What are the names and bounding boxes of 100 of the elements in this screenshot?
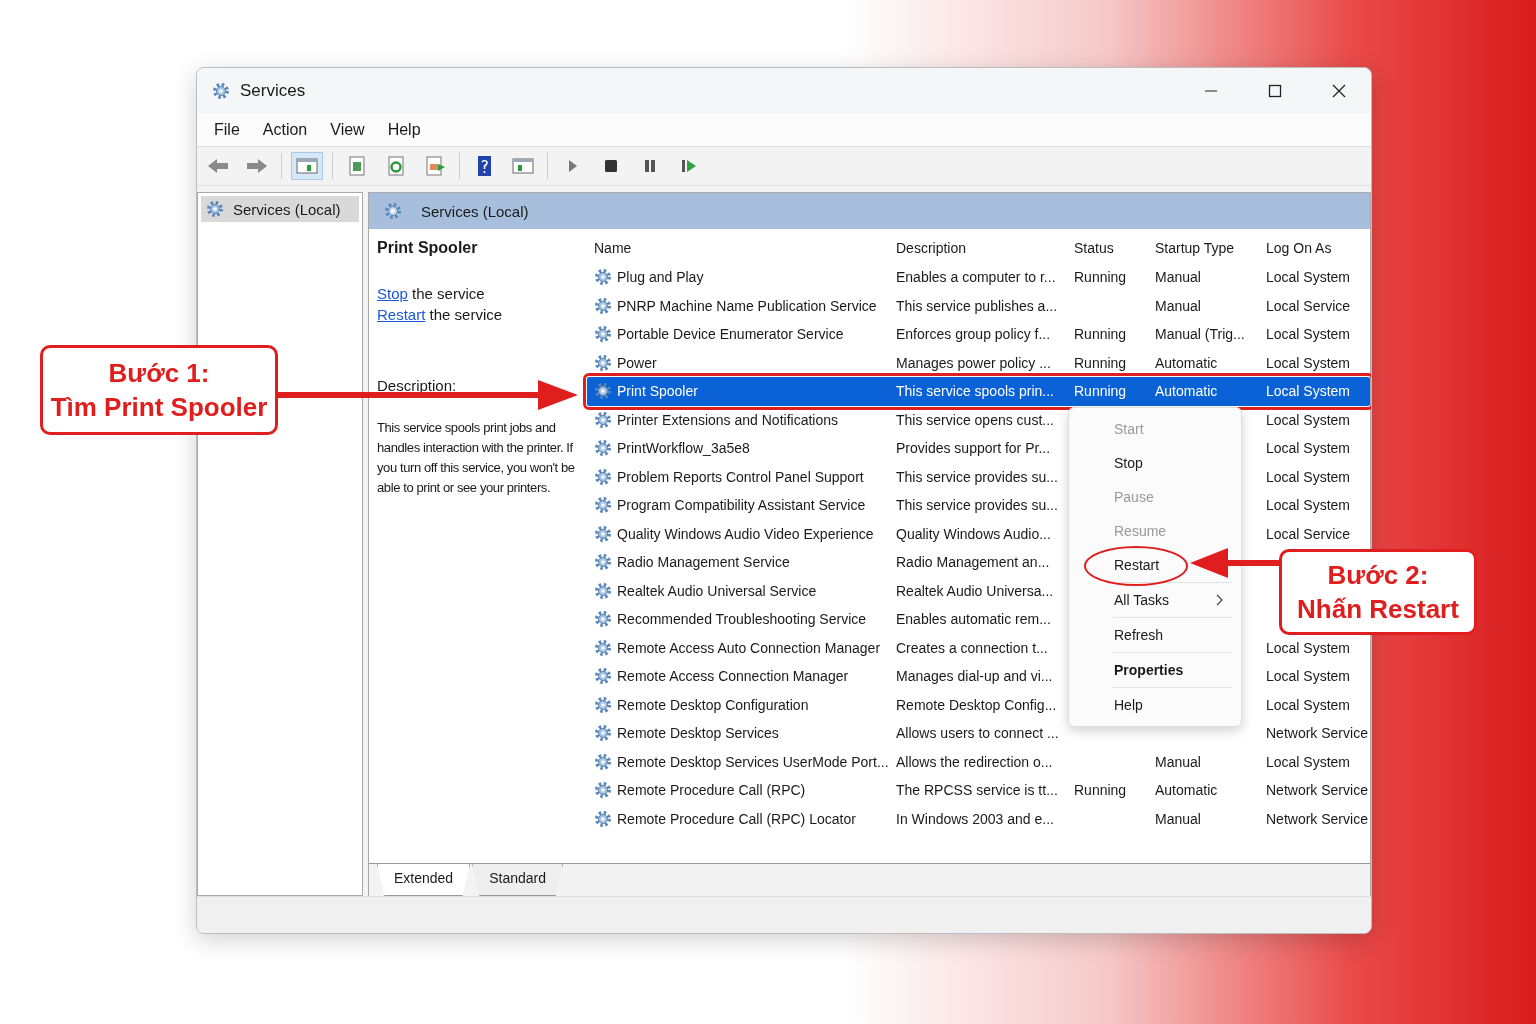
table-cell: Running (1074, 326, 1127, 343)
table-cell: Radio Management an... (896, 554, 1050, 571)
gear-icon (593, 637, 613, 658)
gear-icon (593, 609, 613, 630)
action-text: Restart the service (377, 305, 504, 325)
menu-item[interactable]: Properties (1113, 653, 1233, 687)
gear-icon (205, 199, 225, 219)
callout-text: Tìm Print Spooler (50, 391, 268, 424)
column-header[interactable]: Startup Type (1149, 240, 1260, 256)
table-cell: Remote Desktop Services (617, 725, 779, 742)
gear-icon (593, 409, 613, 430)
menu-item[interactable]: Refresh (1113, 618, 1233, 652)
callout-text: Nhấn Restart (1297, 593, 1459, 626)
gear-icon (593, 808, 613, 829)
table-cell: In Windows 2003 and e... (896, 810, 1054, 827)
menu-item[interactable]: Help (1113, 688, 1233, 722)
table-cell: Remote Desktop Configuration (617, 696, 809, 713)
table-cell: This service provides su... (896, 468, 1058, 485)
panel-icon[interactable] (291, 152, 323, 180)
table-cell: Manages dial-up and vi... (896, 668, 1053, 685)
table-cell: Realtek Audio Universal Service (617, 582, 817, 599)
column-header[interactable]: Status (1068, 240, 1149, 256)
table-cell: Manual (1155, 269, 1201, 286)
table-cell: Local System (1266, 497, 1351, 514)
callout-title: Bước 2: (1327, 559, 1429, 592)
table-cell: Local System (1266, 383, 1351, 400)
column-header[interactable]: Name (587, 240, 890, 256)
table-cell: Automatic (1155, 354, 1218, 371)
table-cell: Remote Procedure Call (RPC) Locator (617, 810, 856, 827)
table-cell: Running (1074, 782, 1127, 799)
table-cell: Enables a computer to r... (896, 269, 1056, 286)
table-cell: Recommended Troubleshooting Service (617, 611, 867, 628)
table-cell: Plug and Play (617, 269, 704, 286)
table-cell: Allows the redirection o... (896, 753, 1053, 770)
close-icon[interactable] (1331, 83, 1347, 99)
table-cell: PNRP Machine Name Publication Service (617, 297, 877, 314)
table-cell: Quality Windows Audio Video Experience (617, 525, 874, 542)
action-link[interactable]: Stop (377, 285, 408, 302)
gear-icon (593, 780, 613, 801)
table-cell: Manual (1155, 753, 1201, 770)
column-header[interactable]: Description (890, 240, 1068, 256)
table-cell: Remote Desktop Services UserMode Port... (617, 753, 889, 770)
menu-item[interactable]: Help (387, 121, 421, 139)
table-cell: Local System (1266, 440, 1351, 457)
column-header[interactable]: Log On As (1260, 240, 1370, 256)
menu-item[interactable]: All Tasks (1113, 583, 1233, 617)
table-cell: Manual (Trig... (1155, 326, 1245, 343)
maximize-icon[interactable] (1267, 83, 1283, 99)
table-cell: Enables automatic rem... (896, 611, 1051, 628)
gear-icon (593, 723, 613, 744)
menu-item[interactable]: File (214, 121, 240, 139)
table-cell: Printer Extensions and Notifications (617, 411, 838, 428)
description-text: This service spools print jobs and handles interaction with the printer. If you turn off this service, you won't be able to print or see your printers. (377, 419, 576, 497)
view-tab[interactable]: Extended (377, 864, 471, 896)
table-cell: Local System (1266, 753, 1351, 770)
gear-icon (593, 552, 613, 573)
gear-icon (383, 201, 403, 221)
gear-icon (593, 324, 613, 345)
gear-icon (593, 466, 613, 487)
action-text: Stop the service (377, 284, 486, 304)
table-cell: Creates a connection t... (896, 639, 1048, 656)
table-cell: Local System (1266, 639, 1351, 656)
table-cell: Problem Reports Control Panel Support (617, 468, 864, 485)
table-cell: Local System (1266, 468, 1351, 485)
table-cell: Local System (1266, 354, 1351, 371)
action-link[interactable]: Restart (377, 306, 426, 323)
gear-icon (593, 694, 613, 715)
table-cell: Remote Procedure Call (RPC) (617, 782, 806, 799)
service-title: Print Spooler (377, 239, 479, 257)
table-cell: PrintWorkflow_3a5e8 (617, 440, 750, 457)
table-cell: Automatic (1155, 383, 1218, 400)
table-cell: Enforces group policy f... (896, 326, 1051, 343)
gear-icon (593, 523, 613, 544)
gear-icon (593, 495, 613, 516)
table-cell: Running (1074, 269, 1127, 286)
table-cell: Portable Device Enumerator Service (617, 326, 844, 343)
table-cell: The RPCSS service is tt... (896, 782, 1058, 799)
table-cell: Local System (1266, 668, 1351, 685)
view-tab[interactable]: Standard (472, 864, 563, 896)
gear-icon (593, 580, 613, 601)
tree-item[interactable]: Services (Local) (201, 196, 359, 222)
table-cell: Manages power policy ... (896, 354, 1051, 371)
menu-item[interactable]: Stop (1069, 446, 1241, 480)
gear-icon (593, 295, 613, 316)
menu-item[interactable]: View (330, 121, 365, 139)
table-cell: Manual (1155, 810, 1201, 827)
gear-icon (593, 751, 613, 772)
pane-title: Services (Local) (421, 202, 529, 220)
table-cell: Provides support for Pr... (896, 440, 1051, 457)
table-cell: Power (617, 354, 657, 371)
table-cell: Network Service (1266, 810, 1368, 827)
table-cell: Program Compatibility Assistant Service (617, 497, 866, 514)
table-cell: Local System (1266, 269, 1351, 286)
table-cell: Allows users to connect ... (896, 725, 1059, 742)
gear-icon (593, 666, 613, 687)
table-cell: Automatic (1155, 782, 1218, 799)
menu-item[interactable]: Action (262, 121, 308, 139)
table-cell: Print Spooler (617, 383, 698, 400)
menu-item[interactable]: Restart (1069, 548, 1241, 582)
table-cell: Remote Access Connection Manager (617, 668, 849, 685)
